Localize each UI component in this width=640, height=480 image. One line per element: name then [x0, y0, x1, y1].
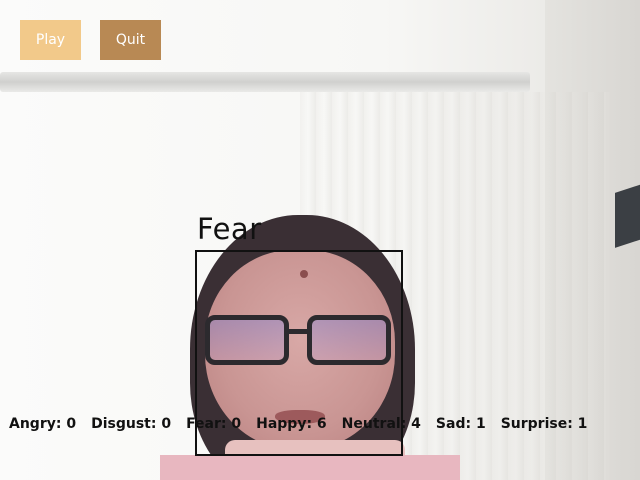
curtain-rod — [0, 72, 530, 92]
play-button[interactable]: Play — [20, 20, 81, 60]
count-angry: Angry: 0 — [9, 416, 77, 432]
count-surprise: Surprise: 1 — [500, 416, 588, 432]
detected-emotion-label: Fear — [197, 212, 262, 246]
count-fear: Fear: 0 — [186, 416, 242, 432]
count-neutral: Neutral: 4 — [341, 416, 421, 432]
emotion-counts: Angry: 0 Disgust: 0 Fear: 0 Happy: 6 Neu… — [9, 416, 634, 432]
picture-frame — [615, 183, 640, 248]
count-happy: Happy: 6 — [256, 416, 327, 432]
count-sad: Sad: 1 — [435, 416, 486, 432]
quit-button[interactable]: Quit — [100, 20, 161, 60]
count-disgust: Disgust: 0 — [91, 416, 172, 432]
person-shirt — [160, 455, 460, 480]
webcam-frame: Play Quit Fear Angry: 0 Disgust: 0 Fear:… — [0, 0, 640, 480]
